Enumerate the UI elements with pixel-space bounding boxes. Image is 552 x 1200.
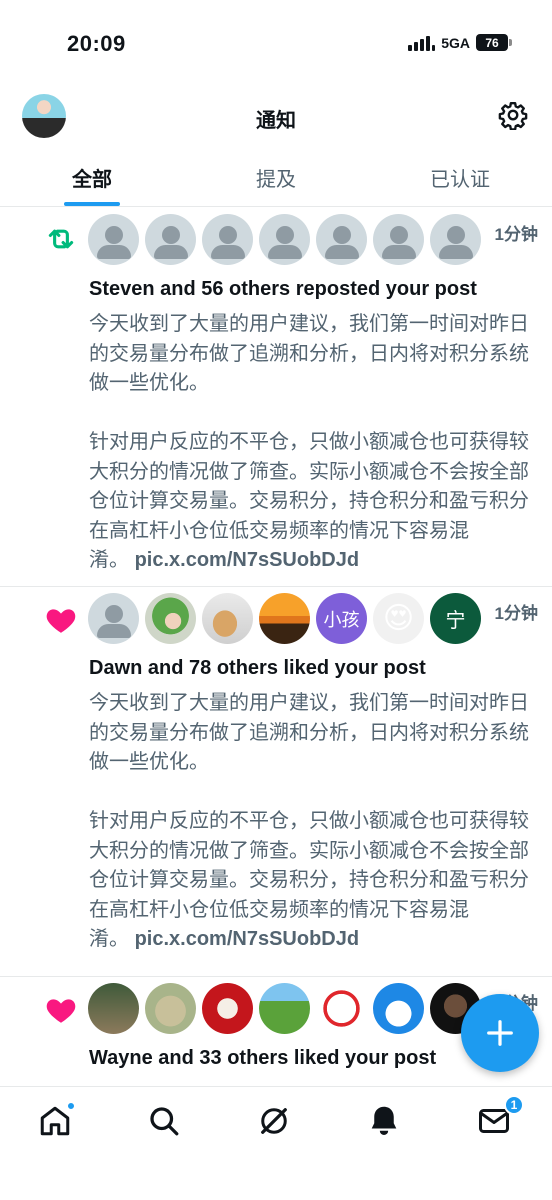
signal-icon <box>408 35 436 51</box>
search-icon <box>150 1107 179 1136</box>
plus-icon <box>487 1020 513 1046</box>
settings-icon[interactable] <box>498 100 528 130</box>
avatar[interactable] <box>202 214 253 265</box>
avatar[interactable] <box>316 983 367 1034</box>
avatar[interactable] <box>430 214 481 265</box>
repost-icon <box>48 229 74 249</box>
avatar[interactable] <box>145 214 196 265</box>
avatar[interactable] <box>259 214 310 265</box>
notification-item[interactable]: 小孩 😍 宁 1分钟 Dawn and 78 others liked your… <box>0 587 552 977</box>
notification-time: 1分钟 <box>494 225 538 244</box>
notification-item[interactable]: 1分钟 Steven and 56 others reposted your p… <box>0 208 552 587</box>
tab-mentions[interactable]: 提及 <box>184 150 368 206</box>
actor-avatars <box>88 214 481 265</box>
tab-bar: 全部 提及 已认证 <box>0 150 552 207</box>
tab-mentions-label: 提及 <box>256 169 296 191</box>
bell-icon <box>371 1106 397 1135</box>
notification-headline: Wayne and 33 others liked your post <box>89 1047 437 1069</box>
nav-home[interactable] <box>37 1101 76 1139</box>
avatar[interactable] <box>259 983 310 1034</box>
status-indicators: 5GA 76 <box>408 34 512 51</box>
post-paragraph: 今天收到了大量的用户建议，我们第一时间对昨日的交易量分布做了追溯和分析，日内将对… <box>89 692 529 773</box>
home-unread-dot <box>66 1101 76 1111</box>
avatar[interactable] <box>373 983 424 1034</box>
avatar[interactable] <box>88 214 139 265</box>
tab-verified[interactable]: 已认证 <box>368 150 552 206</box>
avatar[interactable] <box>316 214 367 265</box>
avatar[interactable]: 😍 <box>373 593 424 644</box>
avatar-emoji: 😍 <box>382 602 415 635</box>
battery-icon: 76 <box>476 34 512 51</box>
status-time: 20:09 <box>67 31 126 56</box>
page-title: 通知 <box>256 110 296 132</box>
avatar[interactable] <box>259 593 310 644</box>
nav-grok[interactable] <box>256 1103 292 1139</box>
messages-badge: 1 <box>504 1095 524 1115</box>
avatar[interactable] <box>88 593 139 644</box>
tab-all[interactable]: 全部 <box>0 150 184 206</box>
status-bar: 20:09 5GA 76 <box>0 0 552 90</box>
post-preview: 今天收到了大量的用户建议，我们第一时间对昨日的交易量分布做了追溯和分析，日内将对… <box>89 310 531 576</box>
post-link[interactable]: pic.x.com/N7sSUobDJd <box>135 549 360 571</box>
heart-icon <box>46 999 76 1023</box>
bottom-nav: 1 <box>0 1086 552 1200</box>
nav-messages[interactable]: 1 <box>476 1095 524 1139</box>
notification-time: 1分钟 <box>494 604 538 623</box>
post-paragraph: 今天收到了大量的用户建议，我们第一时间对昨日的交易量分布做了追溯和分析，日内将对… <box>89 313 529 394</box>
notification-headline: Steven and 56 others reposted your post <box>89 278 477 300</box>
avatar[interactable] <box>202 983 253 1034</box>
tab-active-indicator <box>64 202 120 206</box>
avatar[interactable]: 宁 <box>430 593 481 644</box>
avatar-text: 宁 <box>445 610 466 632</box>
actor-avatars <box>88 983 481 1034</box>
post-preview: 今天收到了大量的用户建议，我们第一时间对昨日的交易量分布做了追溯和分析，日内将对… <box>89 689 531 955</box>
battery-level: 76 <box>485 35 499 50</box>
actor-avatars: 小孩 😍 宁 <box>88 593 481 644</box>
compose-button[interactable] <box>461 994 539 1072</box>
tab-verified-label: 已认证 <box>430 169 490 191</box>
nav-notifications[interactable] <box>366 1103 402 1139</box>
header: 通知 <box>0 90 552 142</box>
heart-icon <box>46 609 76 633</box>
avatar-text: 小孩 <box>323 609 360 630</box>
network-type: 5GA <box>441 34 470 51</box>
tab-all-label: 全部 <box>72 169 112 191</box>
avatar[interactable] <box>145 593 196 644</box>
avatar[interactable]: 小孩 <box>316 593 367 644</box>
avatar[interactable] <box>202 593 253 644</box>
nav-search[interactable] <box>146 1103 182 1139</box>
post-link[interactable]: pic.x.com/N7sSUobDJd <box>135 928 360 950</box>
avatar[interactable] <box>145 983 196 1034</box>
avatar[interactable] <box>373 214 424 265</box>
notification-headline: Dawn and 78 others liked your post <box>89 657 426 679</box>
notifications-feed: 1分钟 Steven and 56 others reposted your p… <box>0 208 552 1086</box>
avatar[interactable] <box>88 983 139 1034</box>
grok-icon <box>261 1108 287 1134</box>
